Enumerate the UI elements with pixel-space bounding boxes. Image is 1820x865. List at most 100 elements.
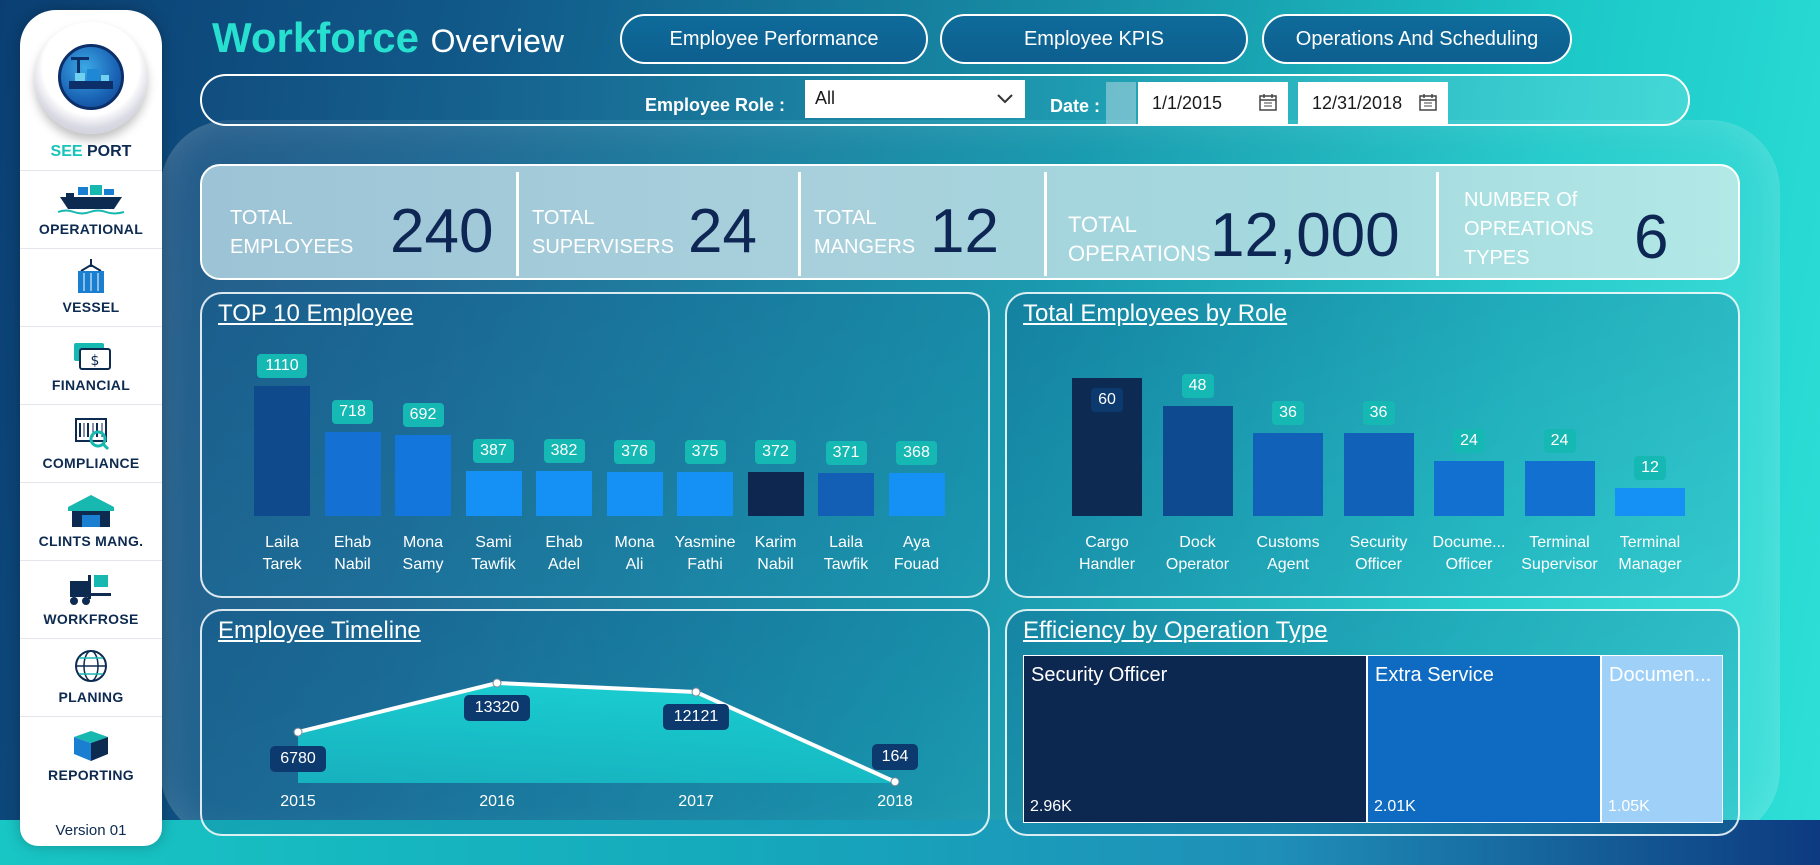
sidebar-item-planing[interactable]: PLANING [20,638,162,716]
bar [888,472,945,516]
employee-role-value: All [815,88,836,108]
data-label: 718 [332,399,373,424]
sidebar-item-label: OPERATIONAL [38,221,144,237]
x-tick-label: 2017 [678,793,714,810]
category-label: Docume... Officer [1432,534,1506,573]
employees-by-role-title: Total Employees by Role [1023,300,1288,327]
sidebar-item-financial[interactable]: $ FINANCIAL [20,326,162,404]
tab-employee-kpis[interactable]: Employee KPIS [940,14,1248,64]
date-label: Date : [1050,96,1101,116]
data-label: 36 [1272,401,1304,426]
barcode-icon [75,418,110,451]
tab-employee-performance[interactable]: Employee Performance [620,14,928,64]
kpi-total-supervisers-value: 24 [688,197,757,266]
kpi-operation-types-value: 6 [1634,203,1669,272]
sidebar-item-reporting[interactable]: REPORTING [20,716,162,794]
sidebar-item-compliance[interactable]: COMPLIANCE [20,404,162,482]
bar [1524,460,1595,516]
sidebar-item-workfrose[interactable]: WORKFROSE [20,560,162,638]
category-label: Ehab Adel [545,534,583,573]
treemap-cell-value: 2.96K [1030,798,1072,815]
end-date-input[interactable]: 12/31/2018 [1298,82,1448,124]
page-title: Workforce Overview [212,14,564,62]
version-label: Version 01 [55,822,127,839]
data-label: 13320 [464,695,530,721]
logo [35,22,147,134]
treemap-cell: Documen... 1.05K [1601,655,1723,823]
data-label: 376 [614,439,655,464]
calendar-icon [1259,94,1277,111]
data-label: 48 [1181,373,1214,398]
container-icon [78,259,104,293]
kpi-operation-types-label: NUMBER Of OPREATIONS TYPES [1464,189,1594,269]
start-date-input[interactable]: 1/1/2015 [1138,82,1288,124]
money-icon: $ [74,343,111,370]
timeline-point [890,777,900,787]
timeline-point [492,678,502,688]
forklift-icon [70,575,111,605]
sidebar-item-operational[interactable]: OPERATIONAL [20,170,162,248]
category-label: Karim Nabil [754,534,797,573]
page-title-bold: Workforce [212,14,419,61]
timeline-area [298,683,895,783]
data-label: 372 [755,440,796,465]
category-label: Terminal Supervisor [1521,534,1598,573]
sidebar-item-clints-mang[interactable]: CLINTS MANG. [20,482,162,560]
kpi-total-operations-value: 12,000 [1210,201,1400,270]
bar [254,386,310,516]
kpi-total-mangers-value: 12 [930,197,999,266]
box-icon [74,731,108,761]
bar [1434,460,1504,516]
category-label: Dock Operator [1165,534,1230,573]
data-label: 24 [1453,428,1485,453]
treemap-cell-name: Extra Service [1375,664,1494,686]
brand-name: SEE PORT [20,143,162,161]
category-label: Security Officer [1349,534,1408,573]
brand-port: PORT [87,143,132,160]
employee-role-dropdown[interactable]: All [805,80,1025,118]
category-label: Laila Tawfik [823,534,869,573]
category-label: Mona Samy [402,534,444,573]
sidebar: SEE PORT OPERATIONAL VESSEL $ FINANCIAL [20,10,162,846]
category-label: Mona Ali [614,534,655,573]
kpi-total-mangers-label: TOTAL MANGERS [814,207,916,258]
timeline-point [293,727,303,737]
bar [747,472,804,516]
data-label: 382 [543,439,585,464]
data-label: 12 [1634,456,1666,481]
efficiency-title: Efficiency by Operation Type [1023,617,1328,644]
data-label: 375 [684,440,726,465]
data-label: 371 [825,440,867,465]
treemap-cell-name: Security Officer [1031,664,1168,686]
top-employees-panel: TOP 10 Employee 1110 Laila Tarek 718 Ehab N… [200,292,990,598]
efficiency-panel: Efficiency by Operation Type Security Of… [1005,609,1740,836]
kpi-divider [1436,172,1439,276]
x-tick-label: 2018 [877,793,913,810]
ship-icon [57,185,125,215]
top-employees-title: TOP 10 Employee [218,300,414,327]
sidebar-item-label: FINANCIAL [51,377,131,393]
data-label: 387 [473,438,514,463]
start-date-value: 1/1/2015 [1152,93,1223,113]
svg-text:$: $ [91,353,100,369]
bar [536,471,592,516]
sidebar-item-vessel[interactable]: VESSEL [20,248,162,326]
kpi-total-employees-value: 240 [390,197,494,266]
timeline-point [691,687,701,697]
treemap-cell-name: Documen... [1609,664,1712,686]
sidebar-item-label: REPORTING [48,767,134,783]
treemap-cell-value: 2.01K [1374,798,1416,815]
bar [818,472,874,516]
employee-role-label: Employee Role : [645,95,786,115]
sidebar-item-label: WORKFROSE [43,611,139,627]
kpi-divider [798,172,801,276]
bar [324,431,381,516]
sidebar-item-label: VESSEL [62,299,120,315]
tab-operations-and-scheduling[interactable]: Operations And Scheduling [1262,14,1572,64]
bar [1162,405,1233,516]
data-label: 1110 [257,354,307,378]
kpi-divider [1044,172,1047,276]
bar [395,434,451,516]
kpi-total-employees-label: TOTAL EMPLOYEES [230,207,354,258]
data-label: 36 [1362,401,1395,426]
